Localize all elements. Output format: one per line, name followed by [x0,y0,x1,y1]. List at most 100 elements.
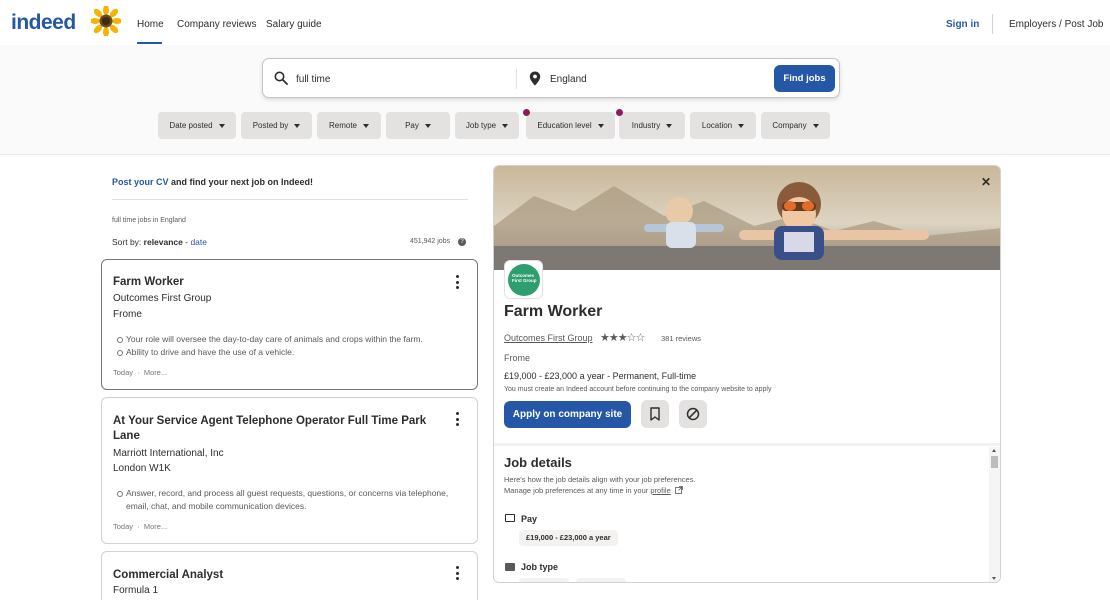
posted-date: Today [113,522,134,531]
filter-location[interactable]: Location [690,112,756,139]
save-job-button[interactable] [641,400,669,428]
more-link[interactable]: More... [144,522,167,531]
search-icon [274,71,288,85]
job-type-heading: Job type [521,562,559,572]
snippet-item: Your role will oversee the day-to-day ca… [117,333,465,346]
reviews-count[interactable]: 381 reviews [661,334,701,343]
job-count: 451,942 jobs [410,238,451,245]
job-company: Outcomes First Group [113,293,212,304]
job-company: Marriott International, Inc [113,448,224,459]
caret-down-icon [424,123,431,128]
sort-by: Sort by: relevance - date [112,237,207,247]
sort-date-link[interactable]: date [190,237,207,247]
job-type-chip[interactable] [576,578,626,582]
caret-down-icon [363,123,369,128]
briefcase-icon [505,563,515,571]
money-icon [505,514,515,522]
star-rating-icon: ★★★☆☆ [600,332,645,344]
filter-posted-by[interactable]: Posted by [241,112,312,139]
panel-location: Frome [504,353,531,363]
filter-pay[interactable]: Pay [386,112,450,139]
job-snippet: Answer, record, and process all guest re… [117,487,465,513]
filter-company[interactable]: Company [761,112,830,139]
scroll-up-icon[interactable] [992,449,996,452]
apply-on-company-site-button[interactable]: Apply on company site [504,401,631,428]
help-icon[interactable]: ? [458,238,466,246]
filter-label: Industry [631,121,661,130]
job-title[interactable]: Farm Worker [113,275,184,290]
details-scrollbar[interactable] [989,447,1000,582]
sort-label: Sort by: [112,237,144,247]
caret-down-icon [597,123,604,128]
job-detail-panel: ✕ Outcomes First Group Farm Worker Outco… [493,165,1001,583]
not-interested-button[interactable] [679,400,707,428]
divider [494,443,1000,446]
job-meta: Today · More... [113,368,168,377]
job-card[interactable]: Commercial Analyst Formula 1 [101,551,478,600]
employers-post-job-link[interactable]: Employers / Post Job [1009,19,1103,30]
kebab-icon[interactable] [451,411,463,427]
nav-home[interactable]: Home [137,19,164,30]
company-banner-image [494,166,1000,270]
search-query-summary: full time jobs in England [112,217,186,224]
panel-company-link[interactable]: Outcomes First Group [504,333,593,343]
manage-text: Manage job preferences at any time in yo… [504,486,651,495]
job-company: Formula 1 [113,585,159,596]
filter-label: Posted by [252,121,289,130]
account-note: You must create an Indeed account before… [504,386,772,393]
caret-down-icon [218,123,225,128]
search-box: Find jobs [262,58,840,98]
caret-down-icon [738,123,745,128]
post-cv-text: and find your next job on Indeed! [168,177,314,187]
sign-in-link[interactable]: Sign in [946,19,979,30]
job-type-chip[interactable] [519,578,569,582]
filter-label: Location [701,121,733,130]
profile-link[interactable]: profile [650,486,670,495]
job-card[interactable]: Farm Worker Outcomes First Group Frome Y… [101,259,478,390]
job-location: London W1K [113,463,171,474]
scroll-down-icon[interactable] [992,577,996,580]
location-pin-icon [529,71,541,86]
indeed-logo[interactable]: indeed [11,11,76,35]
nav-salary-guide[interactable]: Salary guide [266,19,322,30]
job-details-subtext: Here's how the job details align with yo… [504,475,696,484]
what-search-input[interactable] [296,69,506,89]
filter-active-dot [523,109,530,116]
close-icon[interactable]: ✕ [981,175,991,189]
filter-remote[interactable]: Remote [317,112,381,139]
company-logo-text: Outcomes First Group [508,264,540,296]
filter-job-type[interactable]: Job type [455,112,519,139]
filter-industry[interactable]: Industry [616,109,685,139]
filter-date-posted[interactable]: Date posted [158,112,236,139]
caret-down-icon [812,123,819,128]
find-jobs-button[interactable]: Find jobs [774,65,835,92]
post-cv-banner: Post your CV and find your next job on I… [112,177,313,187]
nav-active-indicator [137,42,162,44]
nav-company-reviews[interactable]: Company reviews [177,19,256,30]
caret-down-icon [294,123,301,128]
where-location-input[interactable] [550,69,750,89]
job-title[interactable]: At Your Service Agent Telephone Operator… [113,414,443,444]
post-cv-link[interactable]: Post your CV [112,177,169,187]
filter-education-level[interactable]: Education level [523,109,615,139]
more-link[interactable]: More... [144,368,167,377]
filter-label: Remote [328,121,357,130]
job-title[interactable]: Commercial Analyst [113,568,223,583]
job-meta: Today · More... [113,522,168,531]
caret-down-icon [502,123,509,128]
filter-label: Job type [465,121,497,130]
kebab-icon[interactable] [451,565,463,581]
filter-label: Pay [405,121,419,130]
job-card[interactable]: At Your Service Agent Telephone Operator… [101,397,478,544]
divider [112,199,468,200]
scroll-thumb[interactable] [991,456,998,468]
bookmark-icon [650,407,660,421]
company-logo: Outcomes First Group [504,260,543,299]
pay-chip[interactable]: £19,000 - £23,000 a year [519,530,618,546]
posted-date: Today [113,368,134,377]
top-header: indeed Home Company reviews Salary guide… [0,0,1110,45]
kebab-icon[interactable] [451,274,463,290]
sunflower-icon [91,6,121,36]
search-band: Find jobs Date posted Posted by Remote P… [0,45,1110,155]
not-interested-icon [686,407,700,421]
